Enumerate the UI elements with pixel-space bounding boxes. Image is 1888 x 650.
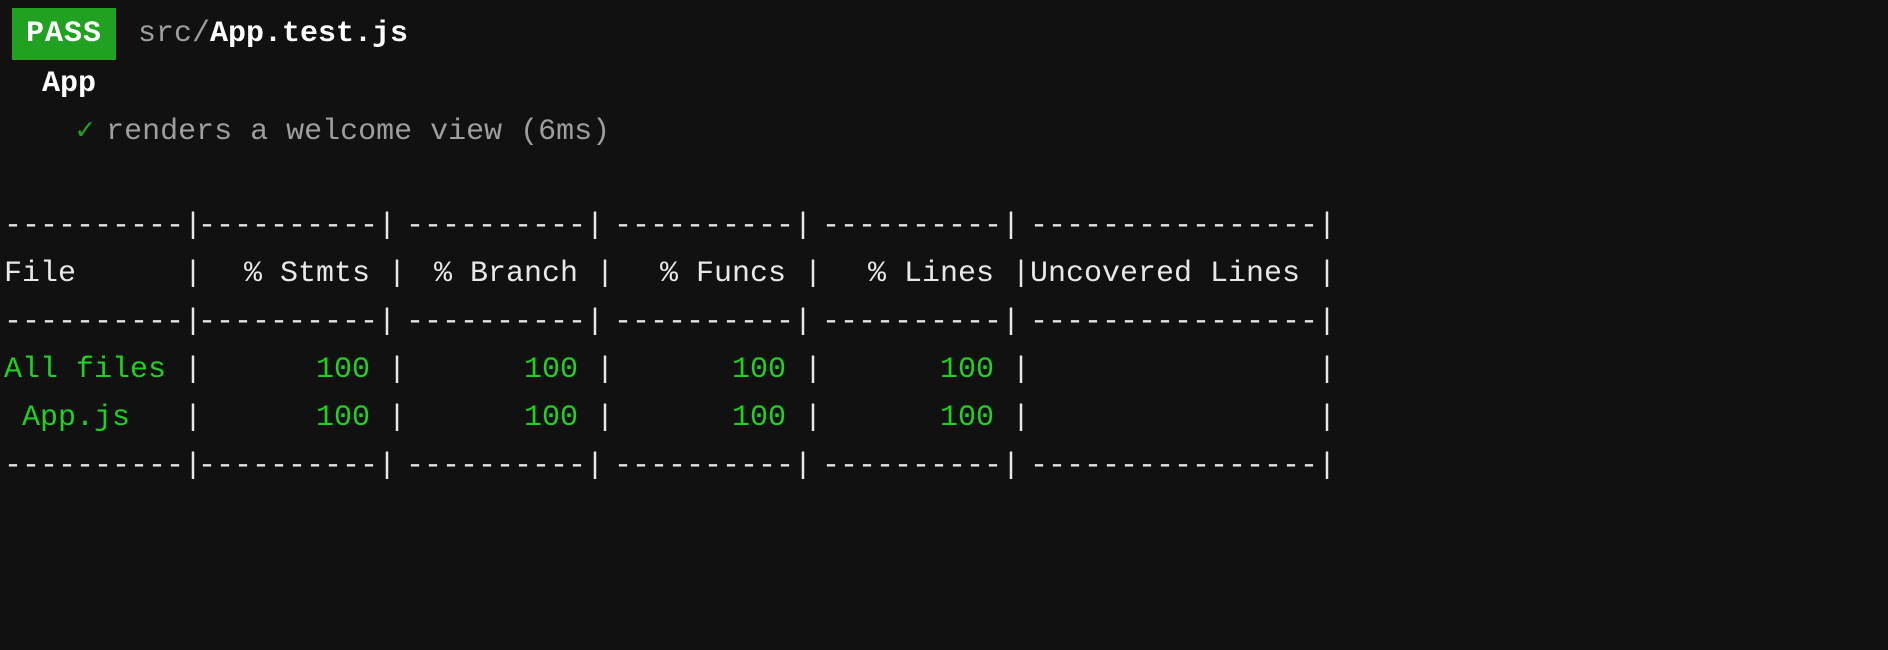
terminal-output: PASS src/App.test.js App ✓ renders a welc… (0, 0, 1888, 498)
col-header-stmts: % Stmts | (198, 250, 406, 298)
cov-row-uncov: | (1030, 394, 1362, 442)
cov-row-funcs: 100 | (614, 346, 822, 394)
table-border: ----------| (614, 298, 822, 346)
table-border: ----------| (4, 442, 198, 490)
cov-row-lines: 100 | (822, 394, 1030, 442)
col-header-file: File | (4, 250, 198, 298)
coverage-table: ----------| ----------| ----------| ----… (4, 202, 1884, 490)
table-border: ----------| (614, 202, 822, 250)
table-border: ----------| (198, 202, 406, 250)
table-border: ----------| (822, 442, 1030, 490)
check-icon: ✓ (76, 115, 94, 149)
table-border: ----------------| (1030, 298, 1362, 346)
col-header-uncov: Uncovered Lines | (1030, 250, 1362, 298)
path-file: App.test.js (210, 17, 408, 51)
table-border: ----------| (822, 202, 1030, 250)
test-timing: (6ms) (520, 115, 610, 149)
col-header-funcs: % Funcs | (614, 250, 822, 298)
test-file-path: src/App.test.js (138, 10, 408, 58)
table-border: ----------| (614, 442, 822, 490)
table-border: ----------| (406, 202, 614, 250)
col-header-lines: % Lines | (822, 250, 1030, 298)
cov-row-branch: 100 | (406, 394, 614, 442)
status-badge-pass: PASS (12, 8, 116, 60)
table-border: ----------| (198, 442, 406, 490)
cov-row-file: App.js | (4, 394, 198, 442)
table-border: ----------| (406, 442, 614, 490)
cov-row-uncov: | (1030, 346, 1362, 394)
test-desc: renders a welcome view (106, 115, 502, 149)
path-dir: src/ (138, 17, 210, 51)
cov-row-lines: 100 | (822, 346, 1030, 394)
cov-row-stmts: 100 | (198, 394, 406, 442)
test-case-line: ✓ renders a welcome view (6ms) (76, 108, 1884, 156)
table-border: ----------| (4, 298, 198, 346)
test-run-line: PASS src/App.test.js (4, 8, 1884, 60)
cov-row-branch: 100 | (406, 346, 614, 394)
test-suite-name: App (42, 60, 1884, 108)
table-border: ----------| (406, 298, 614, 346)
table-border: ----------| (4, 202, 198, 250)
cov-row-stmts: 100 | (198, 346, 406, 394)
table-border: ----------| (198, 298, 406, 346)
table-border: ----------| (822, 298, 1030, 346)
table-border: ----------------| (1030, 202, 1362, 250)
table-border: ----------------| (1030, 442, 1362, 490)
cov-row-funcs: 100 | (614, 394, 822, 442)
col-header-branch: % Branch | (406, 250, 614, 298)
cov-row-file: All files | (4, 346, 198, 394)
